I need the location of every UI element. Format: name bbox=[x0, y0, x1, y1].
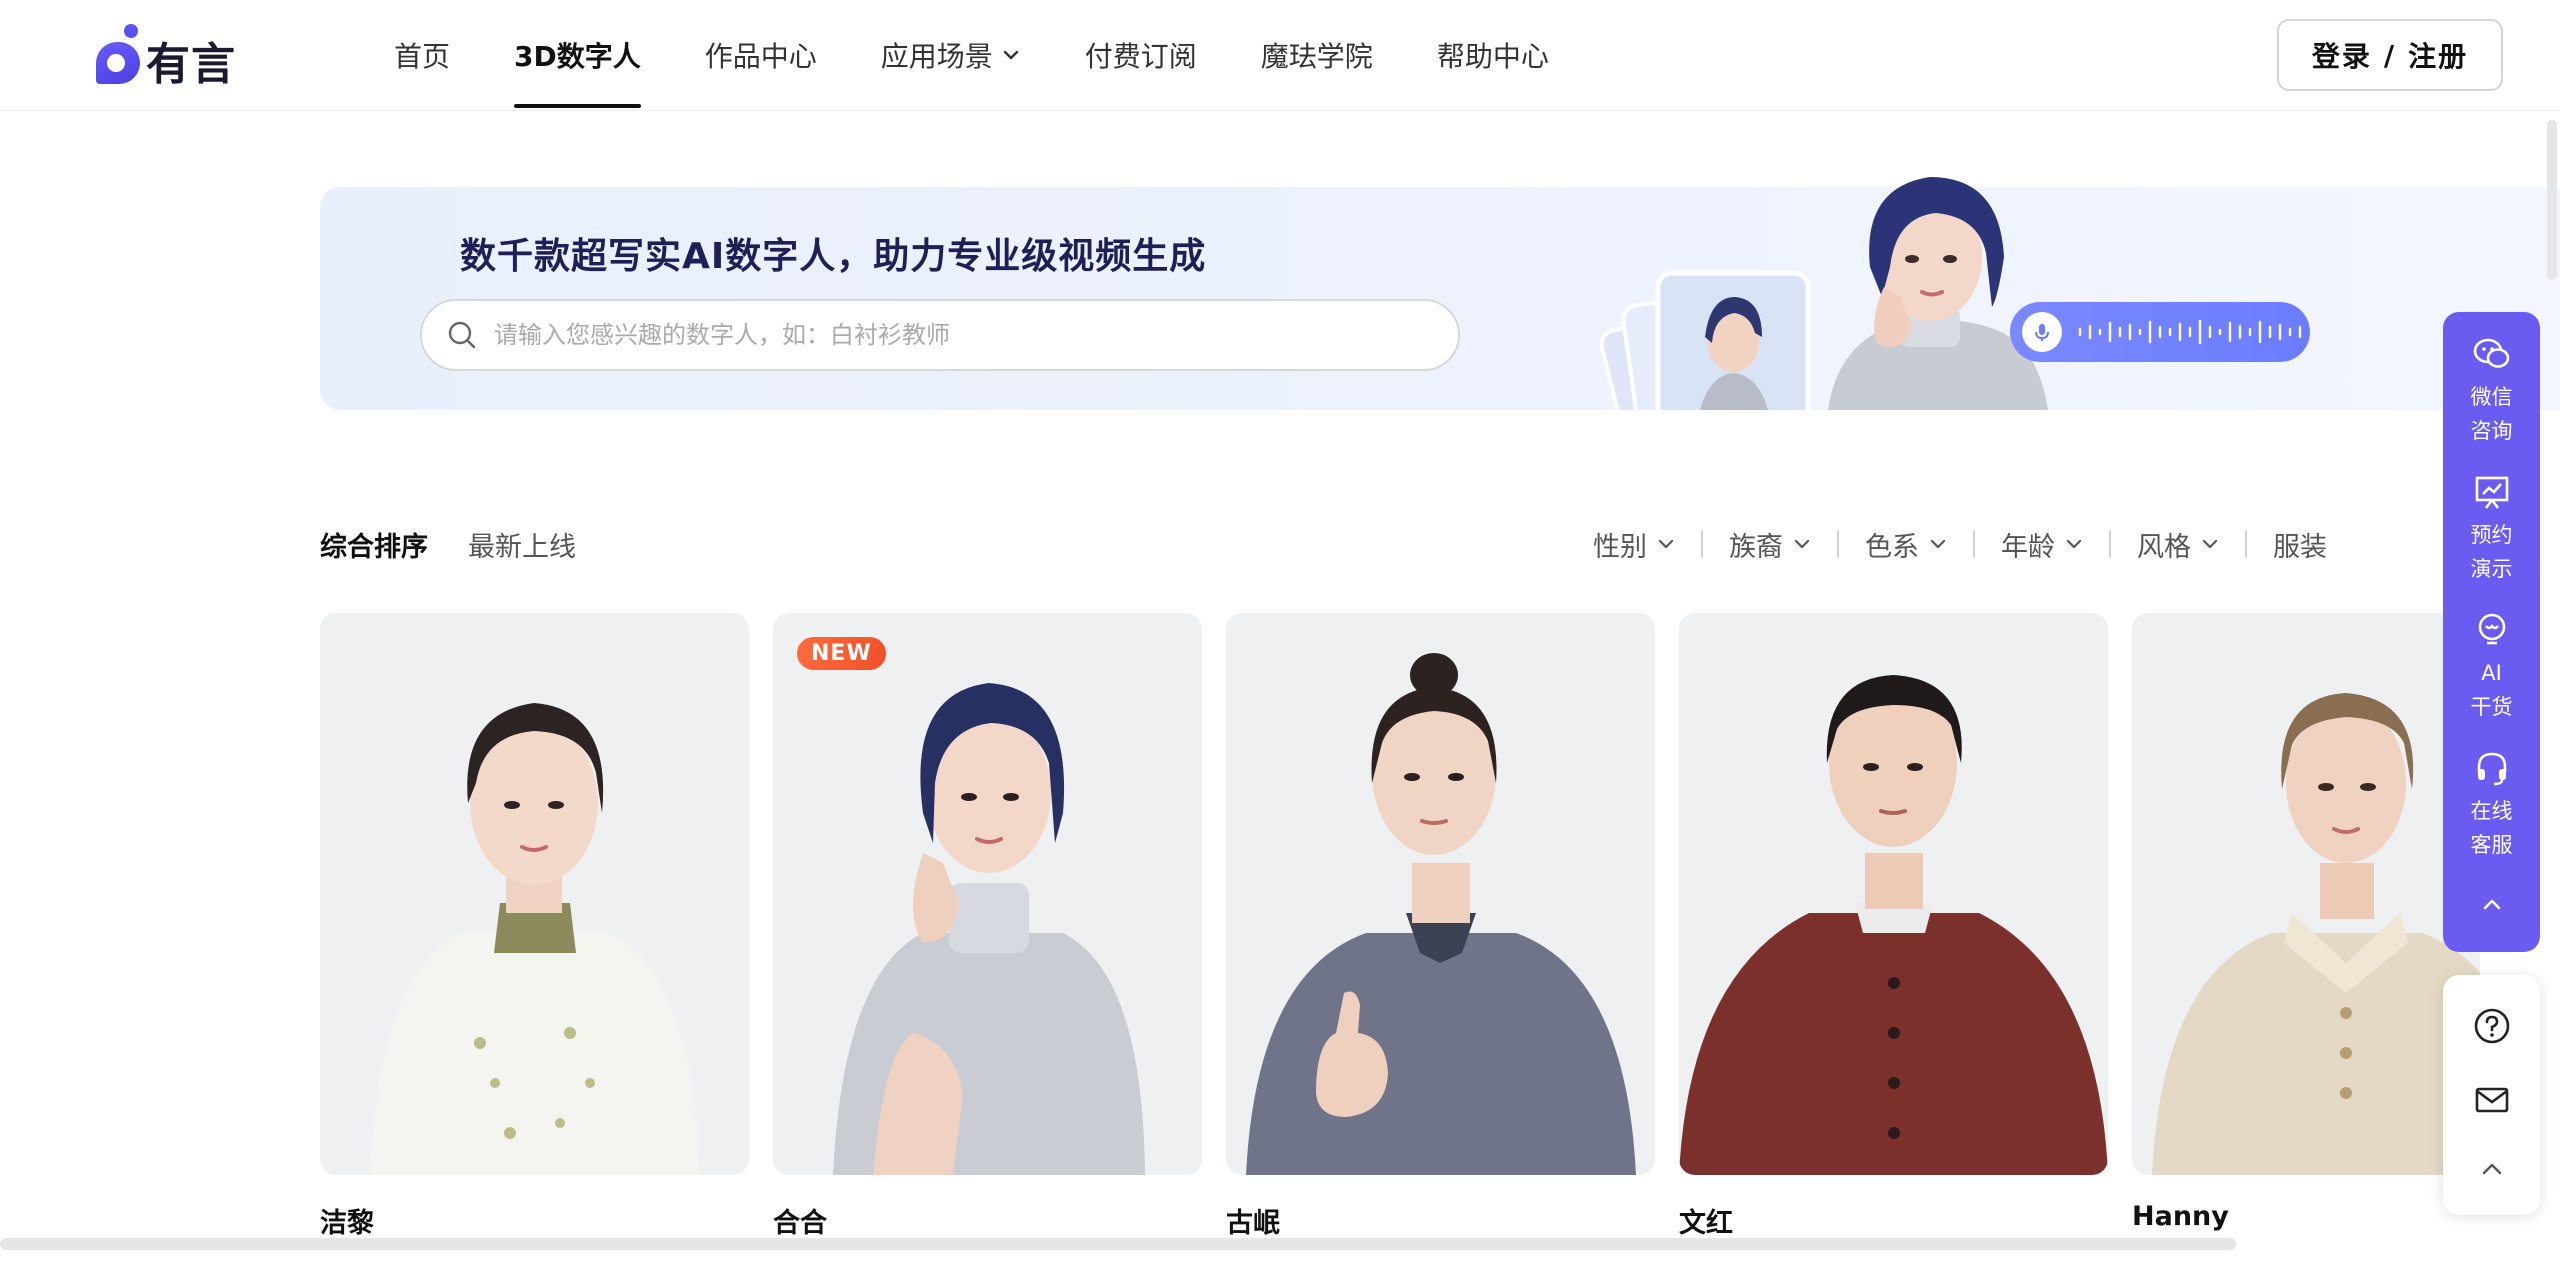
filter-style[interactable]: 风格 bbox=[2137, 525, 2219, 564]
login-separator: / bbox=[2383, 38, 2397, 72]
filter-divider bbox=[2109, 531, 2111, 557]
search-box[interactable] bbox=[420, 299, 1460, 371]
login-label: 登录 bbox=[2311, 40, 2372, 73]
avatar-image bbox=[1679, 613, 2108, 1175]
avatar-grid: 洁黎 NEW 合合 古岷 文红 Hanny bbox=[320, 613, 2480, 1264]
avatar-card[interactable]: 古岷 bbox=[1226, 613, 1655, 1240]
float-label: 在线 客服 bbox=[2470, 799, 2513, 857]
nav-academy[interactable]: 魔珐学院 bbox=[1261, 0, 1373, 110]
presentation-icon bbox=[2475, 476, 2508, 509]
voice-wave-pill bbox=[2010, 302, 2310, 362]
floating-utility-panel bbox=[2443, 975, 2540, 1215]
online-support-button[interactable]: 在线 客服 bbox=[2471, 748, 2513, 862]
filter-divider bbox=[1973, 531, 1975, 557]
chevron-down-icon bbox=[2202, 539, 2218, 549]
avatar-name: Hanny bbox=[2132, 1201, 2229, 1232]
avatar-image: NEW bbox=[773, 613, 1202, 1175]
filter-divider bbox=[1701, 531, 1703, 557]
search-input[interactable] bbox=[494, 321, 1394, 349]
filter-color[interactable]: 色系 bbox=[1865, 525, 1947, 564]
nav-subscription[interactable]: 付费订阅 bbox=[1085, 0, 1197, 110]
filter-age[interactable]: 年龄 bbox=[2001, 525, 2083, 564]
sound-wave-icon bbox=[2078, 319, 2302, 345]
filter-clothing[interactable]: 服装 bbox=[2273, 525, 2327, 564]
brand-name: 有言 bbox=[146, 39, 236, 90]
login-register-button[interactable]: 登录 / 注册 bbox=[2277, 19, 2503, 91]
avatar-card[interactable]: 文红 bbox=[1679, 613, 2108, 1240]
sort-comprehensive[interactable]: 综合排序 bbox=[320, 525, 428, 564]
mail-icon[interactable] bbox=[2472, 1080, 2512, 1120]
avatar-card[interactable]: NEW 合合 bbox=[773, 613, 1202, 1240]
new-badge: NEW bbox=[797, 637, 886, 670]
avatar-name: 合合 bbox=[773, 1208, 827, 1239]
back-to-top-icon[interactable] bbox=[2477, 1154, 2507, 1184]
search-icon bbox=[448, 321, 476, 349]
logo-icon bbox=[96, 24, 140, 86]
nav-3d-avatar[interactable]: 3D数字人 bbox=[514, 0, 641, 110]
nav-help[interactable]: 帮助中心 bbox=[1437, 0, 1549, 110]
horizontal-scrollbar[interactable] bbox=[0, 1238, 2236, 1250]
banner-title: 数千款超写实AI数字人，助力专业级视频生成 bbox=[460, 236, 1207, 277]
filter-ethnicity[interactable]: 族裔 bbox=[1729, 525, 1811, 564]
avatar-name: 洁黎 bbox=[320, 1208, 374, 1239]
filter-divider bbox=[1837, 531, 1839, 557]
avatar-card[interactable]: Hanny bbox=[2132, 613, 2480, 1232]
chevron-down-icon bbox=[2066, 539, 2082, 549]
avatar-image bbox=[2132, 613, 2480, 1175]
chevron-down-icon bbox=[1003, 50, 1018, 60]
microphone-icon bbox=[2022, 312, 2062, 352]
sort-bar: 综合排序 最新上线 bbox=[320, 520, 616, 568]
filter-bar: 性别 族裔 色系 年龄 风格 服装 bbox=[1593, 520, 2553, 568]
register-label: 注册 bbox=[2408, 40, 2469, 73]
avatar-name: 古岷 bbox=[1226, 1208, 1280, 1239]
vertical-scrollbar[interactable] bbox=[2547, 120, 2557, 280]
filter-gender[interactable]: 性别 bbox=[1593, 525, 1675, 564]
nav-home[interactable]: 首页 bbox=[394, 0, 450, 110]
nav-scenarios[interactable]: 应用场景 bbox=[881, 0, 1021, 110]
avatar-name: 文红 bbox=[1679, 1208, 1733, 1239]
float-label: 微信 咨询 bbox=[2470, 385, 2513, 443]
top-header: 有言 首页 3D数字人 作品中心 应用场景 付费订阅 魔珐学院 帮助中心 登录 … bbox=[0, 0, 2560, 111]
float-label: 预约 演示 bbox=[2470, 523, 2513, 581]
chevron-down-icon bbox=[1794, 539, 1810, 549]
float-label: AI 干货 bbox=[2470, 661, 2513, 719]
filter-divider bbox=[2245, 531, 2247, 557]
brand-logo[interactable]: 有言 bbox=[96, 24, 236, 90]
sort-newest[interactable]: 最新上线 bbox=[468, 525, 576, 564]
ai-tips-button[interactable]: AI 干货 bbox=[2471, 610, 2513, 724]
headset-icon bbox=[2477, 752, 2506, 786]
nav-works[interactable]: 作品中心 bbox=[705, 0, 817, 110]
avatar-image bbox=[320, 613, 749, 1175]
avatar-card[interactable]: 洁黎 bbox=[320, 613, 749, 1240]
main-nav: 首页 3D数字人 作品中心 应用场景 付费订阅 魔珐学院 帮助中心 bbox=[394, 0, 1613, 110]
hero-banner: 数千款超写实AI数字人，助力专业级视频生成 bbox=[320, 177, 2560, 410]
bulb-icon bbox=[2478, 613, 2505, 645]
chevron-down-icon bbox=[1658, 539, 1674, 549]
floating-service-panel: 微信 咨询 预约 演示 AI 干货 在线 客服 bbox=[2443, 312, 2540, 952]
help-icon[interactable] bbox=[2472, 1006, 2512, 1046]
banner-avatar-illustration bbox=[1600, 177, 2048, 410]
book-demo-button[interactable]: 预约 演示 bbox=[2471, 472, 2513, 586]
chevron-down-icon bbox=[1930, 539, 1946, 549]
wechat-consult-button[interactable]: 微信 咨询 bbox=[2471, 334, 2513, 448]
wechat-icon bbox=[2473, 338, 2509, 368]
avatar-image bbox=[1226, 613, 1655, 1175]
chevron-up-icon[interactable] bbox=[2479, 892, 2505, 918]
